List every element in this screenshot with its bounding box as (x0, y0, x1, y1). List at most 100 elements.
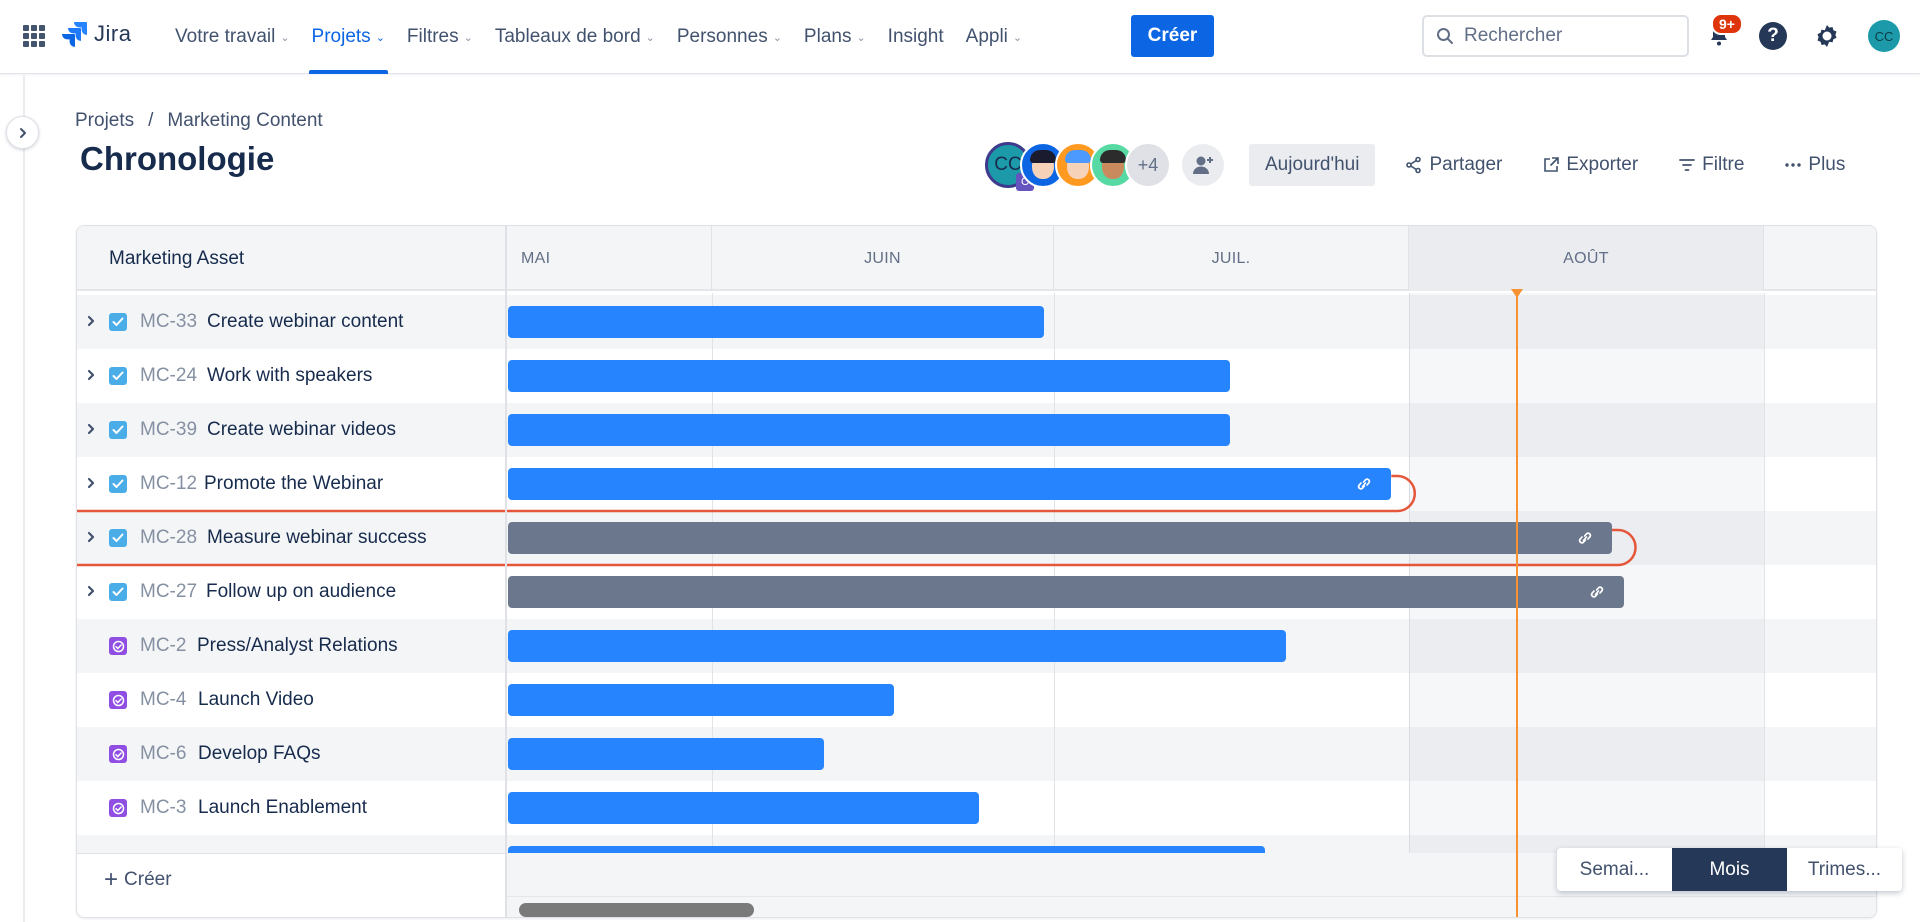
user-avatar[interactable]: CC (1868, 20, 1900, 52)
zoom-week-button[interactable]: Semai... (1557, 848, 1672, 891)
nav-item-projects[interactable]: Projets ⌄ (308, 0, 389, 74)
search-icon (1437, 28, 1453, 44)
plus-icon: + (104, 865, 119, 893)
month-header: JUIL. (1054, 226, 1409, 291)
timeline-card: Marketing Asset MAI JUIN JUIL. AOÛT MC-33 Cr… (76, 225, 1877, 918)
help-button[interactable]: ? (1757, 20, 1789, 52)
filter-icon (1679, 159, 1696, 171)
gear-icon (1817, 25, 1837, 47)
breadcrumb-project[interactable]: Marketing Content (167, 110, 322, 132)
nav-label: Plans (803, 26, 852, 47)
share-label: Partager (1429, 154, 1503, 175)
chevron-down-icon: ⌄ (856, 31, 866, 44)
share-icon (1406, 156, 1422, 174)
nav-item-plans[interactable]: Plans ⌄ (804, 0, 866, 74)
zoom-month-button[interactable]: Mois (1672, 848, 1787, 891)
search-input[interactable] (1464, 25, 1664, 47)
breadcrumb: Projets / Marketing Content (75, 110, 323, 132)
chevron-down-icon: ⌄ (645, 31, 655, 44)
add-people-button[interactable] (1182, 144, 1224, 186)
today-marker-line (1516, 291, 1519, 917)
export-button[interactable]: Exporter (1526, 144, 1654, 186)
nav-label: Votre travail (175, 26, 276, 47)
nav-item-people[interactable]: Personnes ⌄ (677, 0, 782, 74)
month-header (1764, 226, 1876, 291)
zoom-quarter-button[interactable]: Trimes... (1787, 848, 1902, 891)
timeline-bar[interactable] (508, 576, 1625, 608)
nav-label: Filtres (406, 26, 459, 47)
filter-button[interactable]: Filtre (1662, 144, 1760, 186)
more-button[interactable]: Plus (1768, 144, 1861, 186)
timeline-bar[interactable] (508, 414, 1230, 446)
avatar-hair (1030, 150, 1056, 163)
more-icon (1785, 163, 1802, 167)
month-header: AOÛT (1409, 226, 1764, 291)
create-button[interactable]: Créer (1131, 15, 1214, 57)
timeline-bar[interactable] (508, 792, 979, 824)
nav-item-your-work[interactable]: Votre travail ⌄ (175, 0, 290, 74)
timeline-bar[interactable] (508, 846, 1266, 853)
panel-divider[interactable] (505, 226, 507, 917)
today-button[interactable]: Aujourd'hui (1249, 144, 1376, 186)
timeline-bar[interactable] (508, 468, 1392, 500)
app-switcher-icon[interactable] (23, 25, 45, 47)
help-icon: ? (1759, 22, 1787, 50)
primary-nav: Votre travail ⌄ Projets ⌄ Filtres ⌄ Tableau… (175, 0, 1044, 74)
link-icon[interactable] (1576, 530, 1594, 551)
timeline-header: Marketing Asset MAI JUIN JUIL. AOÛT (77, 226, 1876, 291)
search-box[interactable] (1422, 15, 1689, 57)
nav-label: Tableaux de bord (494, 26, 641, 47)
breadcrumb-projects[interactable]: Projets (75, 110, 134, 132)
timeline-bar[interactable] (508, 684, 894, 716)
chevron-down-icon: ⌄ (1012, 31, 1023, 44)
chevron-down-icon: ⌄ (463, 31, 473, 44)
chevron-down-icon: ⌄ (772, 31, 782, 44)
breadcrumb-separator: / (148, 110, 154, 131)
jira-logo-icon (62, 22, 87, 47)
column-header-marketing-asset: Marketing Asset (109, 248, 245, 269)
timeline-bar[interactable] (508, 522, 1613, 554)
top-navigation: Jira Votre travail ⌄ Projets ⌄ Filtres ⌄ Ta… (0, 0, 1920, 74)
export-label: Exporter (1566, 154, 1639, 175)
nav-item-filters[interactable]: Filtres ⌄ (407, 0, 473, 74)
timeline-bar[interactable] (508, 738, 824, 770)
nav-label: Personnes (676, 26, 768, 47)
timeline-bar[interactable] (508, 630, 1286, 662)
page-title: Chronologie (80, 140, 275, 177)
link-icon[interactable] (1588, 584, 1606, 605)
timeline-toolbar: Aujourd'hui Partager Exporter Filtre Plu… (1249, 144, 1869, 186)
filter-label: Filtre (1702, 154, 1745, 175)
nav-label: Appli (965, 26, 1008, 47)
avatar-hair (1100, 150, 1126, 163)
logo-text: Jira (94, 21, 132, 46)
timeline-zoom-switch: Semai... Mois Trimes... (1557, 848, 1902, 891)
nav-item-insight[interactable]: Insight (888, 0, 944, 74)
chevron-down-icon: ⌄ (280, 31, 290, 44)
scrollbar-thumb[interactable] (519, 903, 754, 917)
notifications-badge: 9+ (1711, 13, 1743, 35)
nav-label: Projets (311, 26, 371, 47)
nav-item-apps[interactable]: Appli ⌄ (966, 0, 1022, 74)
add-person-icon (1193, 156, 1213, 174)
chevron-right-icon (19, 127, 26, 138)
timeline-bars (77, 293, 1876, 853)
share-button[interactable]: Partager (1389, 144, 1518, 186)
chevron-down-icon: ⌄ (375, 31, 385, 44)
more-members-count[interactable]: +4 (1125, 142, 1171, 188)
link-icon[interactable] (1355, 476, 1373, 497)
export-icon (1544, 157, 1560, 172)
nav-item-dashboards[interactable]: Tableaux de bord ⌄ (495, 0, 655, 74)
avatar-hair (1065, 150, 1091, 163)
timeline-bar[interactable] (508, 360, 1230, 392)
more-label: Plus (1808, 154, 1846, 175)
month-header: JUIN (712, 226, 1054, 291)
settings-button[interactable] (1811, 20, 1843, 52)
sidebar-divider (23, 75, 25, 922)
jira-logo[interactable]: Jira (62, 20, 131, 48)
expand-sidebar-button[interactable] (6, 116, 39, 149)
create-issue-label: Créer (124, 868, 172, 890)
create-issue-button[interactable]: + Créer (77, 853, 505, 905)
timeline-bar[interactable] (508, 306, 1045, 338)
horizontal-scrollbar[interactable] (507, 896, 1876, 917)
team-avatars: CC C +4 (985, 142, 1171, 191)
